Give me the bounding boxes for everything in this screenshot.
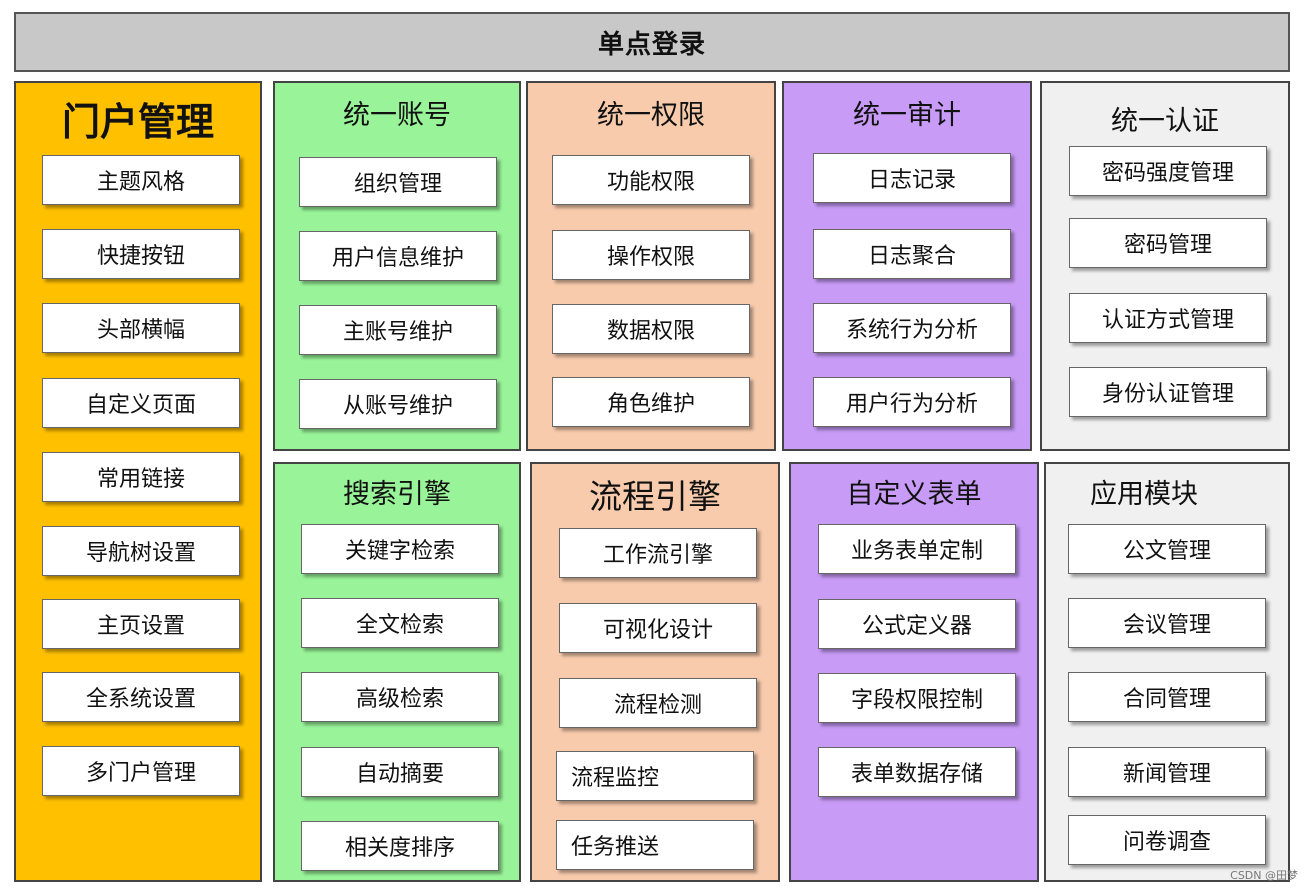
apps-item-documents[interactable]: 公文管理 (1068, 524, 1266, 574)
forms-panel: 自定义表单 业务表单定制 公式定义器 字段权限控制 表单数据存储 (789, 462, 1039, 882)
search-item-summary[interactable]: 自动摘要 (301, 747, 499, 797)
audit-panel-title: 统一审计 (853, 100, 961, 131)
portal-item-banner[interactable]: 头部横幅 (42, 303, 240, 353)
search-item-keyword[interactable]: 关键字检索 (301, 524, 499, 574)
apps-item-survey[interactable]: 问卷调查 (1068, 815, 1266, 865)
portal-item-links[interactable]: 常用链接 (42, 452, 240, 502)
apps-panel: 应用模块 公文管理 会议管理 合同管理 新闻管理 问卷调查 (1044, 462, 1290, 882)
search-panel: 搜索引擎 关键字检索 全文检索 高级检索 自动摘要 相关度排序 (273, 462, 521, 882)
auth-panel: 统一认证 密码强度管理 密码管理 认证方式管理 身份认证管理 (1040, 81, 1290, 451)
apps-item-meetings[interactable]: 会议管理 (1068, 598, 1266, 648)
workflow-item-engine[interactable]: 工作流引擎 (559, 528, 757, 578)
forms-item-data-storage[interactable]: 表单数据存储 (818, 747, 1016, 797)
account-item-user-info[interactable]: 用户信息维护 (299, 231, 497, 281)
search-item-relevance[interactable]: 相关度排序 (301, 821, 499, 871)
forms-item-field-permission[interactable]: 字段权限控制 (818, 673, 1016, 723)
permission-panel-title: 统一权限 (597, 100, 705, 131)
apps-item-news[interactable]: 新闻管理 (1068, 747, 1266, 797)
apps-item-contracts[interactable]: 合同管理 (1068, 672, 1266, 722)
workflow-panel: 流程引擎 工作流引擎 可视化设计 流程检测 流程监控 任务推送 (530, 462, 780, 882)
account-item-master[interactable]: 主账号维护 (299, 305, 497, 355)
portal-panel-title: 门户管理 (61, 100, 214, 144)
permission-item-data[interactable]: 数据权限 (552, 304, 750, 354)
workflow-item-detection[interactable]: 流程检测 (559, 678, 757, 728)
workflow-item-monitoring[interactable]: 流程监控 (556, 751, 754, 801)
audit-item-log-aggregate[interactable]: 日志聚合 (813, 229, 1011, 279)
auth-item-password-strength[interactable]: 密码强度管理 (1069, 146, 1267, 196)
workflow-item-visual-design[interactable]: 可视化设计 (559, 603, 757, 653)
audit-item-system-behavior[interactable]: 系统行为分析 (813, 303, 1011, 353)
permission-item-role[interactable]: 角色维护 (552, 377, 750, 427)
portal-item-multi-portal[interactable]: 多门户管理 (42, 746, 240, 796)
apps-panel-title: 应用模块 (1090, 479, 1198, 510)
csdn-watermark: CSDN @田梦 (1230, 869, 1298, 882)
permission-panel: 统一权限 功能权限 操作权限 数据权限 角色维护 (526, 81, 776, 451)
permission-item-function[interactable]: 功能权限 (552, 155, 750, 205)
permission-item-operation[interactable]: 操作权限 (552, 230, 750, 280)
portal-item-theme[interactable]: 主题风格 (42, 155, 240, 205)
portal-panel: 门户管理 主题风格 快捷按钮 头部横幅 自定义页面 常用链接 导航树设置 主页设… (14, 81, 262, 882)
auth-item-method[interactable]: 认证方式管理 (1069, 293, 1267, 343)
workflow-item-task-push[interactable]: 任务推送 (556, 820, 754, 870)
search-item-fulltext[interactable]: 全文检索 (301, 598, 499, 648)
account-panel: 统一账号 组织管理 用户信息维护 主账号维护 从账号维护 (273, 81, 521, 451)
auth-item-identity[interactable]: 身份认证管理 (1069, 367, 1267, 417)
auth-panel-title: 统一认证 (1111, 106, 1219, 137)
account-item-org[interactable]: 组织管理 (299, 157, 497, 207)
search-panel-title: 搜索引擎 (343, 479, 451, 510)
sso-title: 单点登录 (597, 29, 706, 60)
account-panel-title: 统一账号 (343, 100, 451, 131)
audit-item-log-record[interactable]: 日志记录 (813, 153, 1011, 203)
portal-item-shortcut[interactable]: 快捷按钮 (42, 229, 240, 279)
forms-item-formula[interactable]: 公式定义器 (818, 599, 1016, 649)
workflow-panel-title: 流程引擎 (589, 477, 721, 516)
account-item-slave[interactable]: 从账号维护 (299, 379, 497, 429)
portal-item-system[interactable]: 全系统设置 (42, 672, 240, 722)
portal-item-custom-page[interactable]: 自定义页面 (42, 378, 240, 428)
search-item-advanced[interactable]: 高级检索 (301, 672, 499, 722)
portal-item-home[interactable]: 主页设置 (42, 599, 240, 649)
forms-item-business[interactable]: 业务表单定制 (818, 524, 1016, 574)
portal-item-nav-tree[interactable]: 导航树设置 (42, 526, 240, 576)
sso-header-bar: 单点登录 (14, 12, 1290, 72)
audit-item-user-behavior[interactable]: 用户行为分析 (813, 377, 1011, 427)
audit-panel: 统一审计 日志记录 日志聚合 系统行为分析 用户行为分析 (782, 81, 1032, 451)
forms-panel-title: 自定义表单 (846, 479, 982, 510)
auth-item-password[interactable]: 密码管理 (1069, 218, 1267, 268)
